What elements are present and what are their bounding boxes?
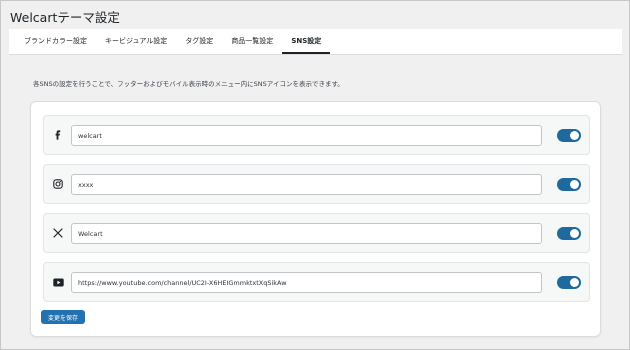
sns-row-youtube	[43, 262, 590, 302]
tab-sns[interactable]: SNS設定	[282, 29, 331, 54]
settings-tabs: ブランドカラー設定 キービジュアル設定 タグ設定 商品一覧設定 SNS設定	[9, 29, 622, 55]
sns-row-x	[43, 213, 590, 253]
save-button[interactable]: 変更を保存	[41, 310, 85, 324]
facebook-input[interactable]	[71, 125, 542, 146]
instagram-icon	[51, 177, 65, 191]
tab-brand-color[interactable]: ブランドカラー設定	[15, 29, 96, 54]
sns-row-facebook	[43, 115, 590, 155]
tab-key-visual[interactable]: キービジュアル設定	[96, 29, 176, 54]
x-input[interactable]	[71, 223, 542, 244]
youtube-toggle[interactable]	[557, 276, 581, 289]
instagram-input[interactable]	[71, 174, 542, 195]
facebook-toggle[interactable]	[557, 129, 581, 142]
toggle-knob	[570, 180, 579, 189]
sns-row-instagram	[43, 164, 590, 204]
page-title: Welcartテーマ設定	[10, 10, 120, 25]
facebook-icon	[51, 128, 65, 142]
sns-settings-card	[30, 101, 601, 337]
instagram-toggle[interactable]	[557, 178, 581, 191]
youtube-input[interactable]	[71, 272, 542, 293]
tab-product-list[interactable]: 商品一覧設定	[222, 29, 282, 54]
toggle-knob	[570, 278, 579, 287]
tab-tag[interactable]: タグ設定	[176, 29, 222, 54]
toggle-knob	[570, 229, 579, 238]
settings-window: Welcartテーマ設定 ブランドカラー設定 キービジュアル設定 タグ設定 商品…	[0, 0, 630, 350]
x-toggle[interactable]	[557, 227, 581, 240]
toggle-knob	[570, 131, 579, 140]
x-icon	[51, 226, 65, 240]
sns-description: 各SNSの設定を行うことで、フッターおよびモバイル表示時のメニュー内にSNSアイ…	[33, 80, 344, 88]
youtube-icon	[51, 275, 65, 289]
